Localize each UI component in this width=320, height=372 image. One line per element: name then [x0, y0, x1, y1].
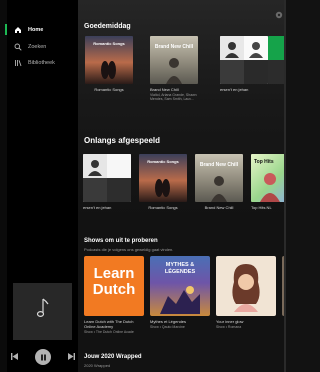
playlist-cover: Brand New Chill	[195, 154, 243, 202]
card-subtitle: Vialtol, Ariana Grande, Shawn Mendes, Sa…	[150, 92, 197, 102]
scrollbar[interactable]	[284, 0, 286, 372]
sidebar-item-home[interactable]: Home	[14, 23, 43, 37]
sidebar: Home Zoeken Bibliotheek	[0, 0, 78, 372]
card-subtitle: Show • Romana	[216, 324, 242, 329]
cover-title: MYTHES & LÉGENDES	[164, 262, 196, 275]
card-recent-ersent[interactable]: ersen't en jehan	[83, 154, 138, 211]
library-icon	[14, 59, 22, 67]
section-title: Onlangs afgespeeld	[84, 136, 161, 145]
card-title: ersen't en jehan	[83, 206, 112, 210]
card-recent-chill[interactable]: Brand New Chill Brand New Chill	[195, 154, 250, 211]
playlist-cover: Top Hits	[251, 154, 286, 202]
search-icon	[14, 43, 22, 51]
podcast-cover	[216, 256, 276, 316]
card-title: Romantic Songs	[94, 88, 124, 92]
main-content[interactable]: Goedemiddag Romantic Songs Romantic Song…	[78, 0, 286, 372]
previous-track-icon[interactable]	[10, 348, 19, 366]
card-title: ersen't en jehan	[220, 88, 249, 92]
active-indicator	[5, 24, 7, 35]
section-subtitle: 2020 Wrapped	[84, 363, 111, 368]
card-subtitle: Show • The Dutch Online Acade	[84, 329, 134, 334]
playlist-cover	[83, 154, 131, 202]
playback-controls	[10, 349, 76, 365]
playlist-cover	[220, 36, 268, 84]
cover-title: Romantic Songs	[147, 159, 179, 164]
music-note-icon	[35, 298, 51, 325]
section-subtitle: Podcasts die je volgens ons geweldig gaa…	[84, 247, 174, 252]
section-title: Shows om uit te proberen	[84, 238, 158, 244]
cover-title: Top Hits	[254, 159, 274, 165]
gear-icon[interactable]	[275, 6, 283, 19]
section-title: Goedemiddag	[84, 23, 131, 30]
card-brand-new-chill[interactable]: Brand New Chill Brand New Chill Vialtol,…	[150, 36, 205, 102]
home-icon	[14, 26, 22, 34]
card-romantic-songs[interactable]: Romantic Songs Romantic Songs	[85, 36, 140, 93]
card-learn-dutch[interactable]: Learn Dutch Learn Dutch with The Dutch O…	[84, 256, 150, 334]
podcast-cover: MYTHES & LÉGENDES	[150, 256, 210, 316]
sidebar-item-label: Zoeken	[28, 44, 47, 50]
card-title: Brand New Chill	[204, 206, 234, 210]
playlist-cover: Brand New Chill	[150, 36, 198, 84]
sidebar-item-label: Home	[28, 27, 44, 33]
pause-button[interactable]	[35, 349, 51, 365]
cover-title: Learn Dutch	[92, 265, 136, 298]
card-title: Learn Dutch with The Dutch Online Academ…	[84, 320, 134, 329]
sidebar-item-library[interactable]: Bibliotheek	[14, 56, 55, 70]
now-playing-cover[interactable]	[13, 283, 72, 340]
card-mythes-legendes[interactable]: MYTHES & LÉGENDES Mythes et Légendes Sho…	[150, 256, 216, 329]
card-recent-top-hits[interactable]: Top Hits Top Hits NL	[251, 154, 286, 211]
playlist-cover: Romantic Songs	[85, 36, 133, 84]
next-track-icon[interactable]	[67, 348, 76, 366]
card-subtitle: Show • Qauto Marcine	[150, 324, 185, 329]
cover-title: Brand New Chill	[154, 44, 194, 50]
podcast-cover: Learn Dutch	[84, 256, 144, 316]
pause-icon	[40, 354, 46, 360]
playlist-cover: Romantic Songs	[139, 154, 187, 202]
card-ersent-en-jehan[interactable]: ersen't en jehan	[220, 36, 275, 93]
section-title: Jouw 2020 Wrapped	[84, 354, 142, 360]
card-title: Top Hits NL	[251, 206, 272, 210]
sidebar-item-search[interactable]: Zoeken	[14, 40, 46, 54]
cover-title: Brand New Chill	[199, 162, 239, 168]
spotify-app: Home Zoeken Bibliotheek Goedemiddag Roma…	[0, 0, 286, 372]
sidebar-item-label: Bibliotheek	[28, 60, 55, 66]
card-your-inner-glow[interactable]: Your inner glow Show • Romana	[216, 256, 282, 329]
card-recent-romantic[interactable]: Romantic Songs Romantic Songs	[139, 154, 194, 211]
window-edge	[0, 0, 7, 372]
card-title: Romantic Songs	[148, 206, 178, 210]
cover-title: Romantic Songs	[93, 41, 125, 46]
